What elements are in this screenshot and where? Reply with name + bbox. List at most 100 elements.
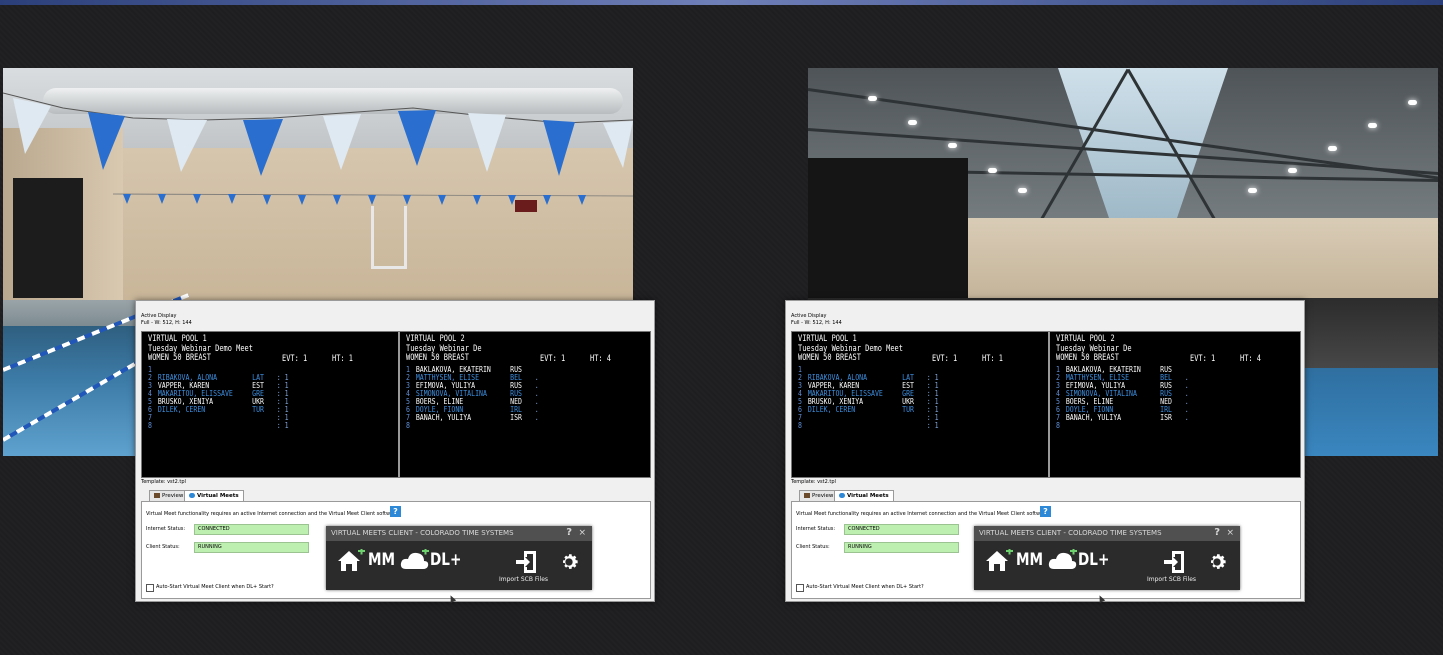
auto-start-label: Auto-Start Virtual Meet Client when DL+ … [806, 584, 924, 590]
lane-number: 8 [1056, 421, 1060, 430]
template-label: Template: vst2.tpl [791, 479, 836, 485]
lane-row: 8 [406, 422, 554, 430]
virtual-pool-1: VIRTUAL POOL 1 Tuesday Webinar Demo Meet… [142, 332, 394, 477]
pool-name: VIRTUAL POOL 1 [798, 334, 857, 344]
window-dimensions: Full - W: 512, H: 144 [141, 320, 192, 326]
gear-icon[interactable] [558, 551, 580, 573]
ceiling-light [1288, 168, 1297, 173]
virtual-meets-client-window: VIRTUAL MEETS CLIENT - COLORADO TIME SYS… [974, 526, 1240, 590]
gear-icon[interactable] [1206, 551, 1228, 573]
client-status-field: RUNNING [844, 542, 959, 553]
virtual-pool-1: VIRTUAL POOL 1 Tuesday Webinar Demo Meet… [792, 332, 1044, 477]
client-titlebar: VIRTUAL MEETS CLIENT - COLORADO TIME SYS… [326, 526, 592, 541]
tab-preview[interactable]: Preview [149, 490, 189, 501]
event-name: WOMEN 50 BREAST [1056, 353, 1119, 363]
lane-row: 7 BANACH, YULIYA ISR. [1056, 414, 1204, 422]
import-icon[interactable] [514, 549, 540, 575]
lane-time: : 1 [926, 421, 939, 430]
dl-plus-button[interactable]: DL+ [430, 550, 461, 570]
template-label: Template: vst2.tpl [141, 479, 186, 485]
requirements-notice: Virtual Meet functionality requires an a… [796, 511, 1049, 517]
heat-number: HT: 4 [590, 354, 611, 364]
dl-plus-button[interactable]: DL+ [1078, 550, 1109, 570]
tab-virtual-meets[interactable]: Virtual Meets [184, 490, 244, 501]
ceiling-light [908, 120, 917, 125]
event-number: EVT: 1 [932, 354, 958, 364]
event-name: WOMEN 50 BREAST [406, 353, 469, 363]
mm-button[interactable]: MM [1016, 550, 1043, 570]
virtual-meets-client-window: VIRTUAL MEETS CLIENT - COLORADO TIME SYS… [326, 526, 592, 590]
ceiling-light [868, 96, 877, 101]
globe-icon [839, 493, 845, 498]
window-title: Active Display [141, 313, 177, 319]
tab-virtual-meets[interactable]: Virtual Meets [834, 490, 894, 501]
preview-icon [804, 493, 810, 498]
lane-row: 8: 1 [798, 422, 946, 430]
internet-status-field: CONNECTED [194, 524, 309, 535]
active-display-window: Active Display Full - W: 512, H: 144 VIR… [135, 300, 655, 603]
swimmer-name: DILEK, CEREN [157, 405, 206, 414]
swimmer-name: BANACH, YULIYA [1065, 413, 1122, 422]
auto-start-checkbox[interactable] [796, 584, 804, 592]
ceiling-light [1248, 188, 1257, 193]
requirements-notice: Virtual Meet functionality requires an a… [146, 511, 399, 517]
lane-number: 8 [406, 421, 410, 430]
import-icon[interactable] [1162, 549, 1188, 575]
client-titlebar: VIRTUAL MEETS CLIENT - COLORADO TIME SYS… [974, 526, 1240, 541]
mm-button[interactable]: MM [368, 550, 395, 570]
ceiling-light [1368, 123, 1377, 128]
country-code: TUR [252, 405, 264, 414]
lane-row: 6 DILEK, CEREN TUR: 1 [148, 406, 296, 414]
import-scb-label: Import SCB Files [499, 576, 549, 583]
swimmer-name: DILEK, CEREN [807, 405, 856, 414]
lane-row: 8: 1 [148, 422, 296, 430]
help-icon[interactable]: ? [1040, 506, 1051, 517]
lane-row: 7 BANACH, YULIYA ISR. [406, 414, 554, 422]
internet-status-label: Internet Status: [146, 526, 186, 532]
window-dimensions: Full - W: 512, H: 144 [791, 320, 842, 326]
client-status-field: RUNNING [194, 542, 309, 553]
ceiling-light [1408, 100, 1417, 105]
auto-start-checkbox[interactable] [146, 584, 154, 592]
cloud-add-icon[interactable] [1048, 549, 1078, 573]
event-number: EVT: 1 [540, 354, 566, 364]
help-icon[interactable]: ? [390, 506, 401, 517]
cloud-add-icon[interactable] [400, 549, 430, 573]
scoreboard-display: VIRTUAL POOL 1 Tuesday Webinar Demo Meet… [791, 331, 1301, 478]
auto-start-label: Auto-Start Virtual Meet Client when DL+ … [156, 584, 274, 590]
lane-row: 8 [1056, 422, 1204, 430]
event-name: WOMEN 50 BREAST [148, 353, 211, 363]
client-help-button[interactable]: ? [1214, 527, 1220, 538]
tab-label: Virtual Meets [197, 493, 239, 499]
client-close-button[interactable]: × [578, 528, 586, 538]
ceiling-light [988, 168, 997, 173]
tab-preview[interactable]: Preview [799, 490, 839, 501]
globe-icon [189, 493, 195, 498]
scoreboard-display: VIRTUAL POOL 1 Tuesday Webinar Demo Meet… [141, 331, 651, 478]
active-display-window: Active Display Full - W: 512, H: 144 VIR… [785, 300, 1305, 603]
ceiling-light [1018, 188, 1027, 193]
country-code: ISR [1160, 413, 1172, 422]
preview-icon [154, 493, 160, 498]
home-add-icon[interactable] [984, 549, 1014, 573]
client-status-label: Client Status: [146, 544, 180, 550]
lane-time: . [1184, 413, 1189, 422]
lane-row: 7: 1 [798, 414, 946, 422]
ceiling-light [1328, 146, 1337, 151]
event-name: WOMEN 50 BREAST [798, 353, 861, 363]
lane-number: 8 [148, 421, 152, 430]
heat-number: HT: 1 [332, 354, 353, 364]
tab-label: Virtual Meets [847, 493, 889, 499]
event-number: EVT: 1 [1190, 354, 1216, 364]
import-scb-label: Import SCB Files [1147, 576, 1197, 583]
internet-status-field: CONNECTED [844, 524, 959, 535]
client-title: VIRTUAL MEETS CLIENT - COLORADO TIME SYS… [331, 529, 514, 537]
client-close-button[interactable]: × [1226, 528, 1234, 538]
client-help-button[interactable]: ? [566, 527, 572, 538]
pool-name: VIRTUAL POOL 2 [406, 334, 465, 344]
ceiling-light [948, 143, 957, 148]
virtual-pool-2: VIRTUAL POOL 2 Tuesday Webinar De WOMEN … [398, 332, 652, 477]
home-add-icon[interactable] [336, 549, 366, 573]
virtual-pool-2: VIRTUAL POOL 2 Tuesday Webinar De WOMEN … [1048, 332, 1302, 477]
swimmer-name: BANACH, YULIYA [415, 413, 472, 422]
